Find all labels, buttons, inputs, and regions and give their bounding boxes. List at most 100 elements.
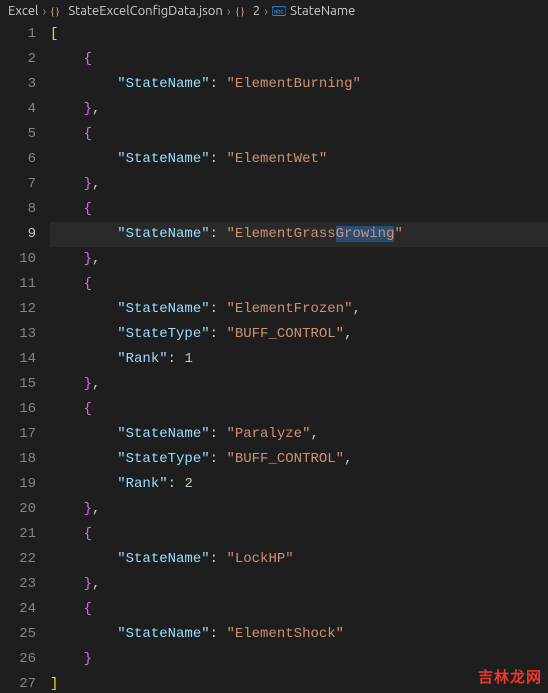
token-colon: :: [210, 301, 218, 317]
token-colon: :: [210, 326, 218, 342]
code-line[interactable]: {: [50, 397, 548, 422]
code-line[interactable]: },: [50, 572, 548, 597]
chevron-right-icon: ›: [42, 3, 46, 19]
token-bracket-p: }: [84, 576, 92, 592]
breadcrumb-label: StateExcelConfigData.json: [68, 4, 222, 18]
token-bracket-p: }: [84, 501, 92, 517]
token-colon: :: [168, 476, 176, 492]
code-line[interactable]: {: [50, 272, 548, 297]
line-number: 17: [0, 422, 36, 447]
token-key: "StateName": [117, 151, 209, 167]
token-str: Growing: [336, 226, 395, 242]
watermark: 吉林龙网: [478, 666, 542, 687]
code-line[interactable]: },: [50, 372, 548, 397]
token-str: "ElementFrozen": [226, 301, 352, 317]
code-line[interactable]: "StateName": "ElementGrassGrowing": [50, 222, 548, 247]
breadcrumb-item-1[interactable]: {} StateExcelConfigData.json: [50, 4, 222, 18]
token-str: "BUFF_CONTROL": [226, 326, 344, 342]
breadcrumb-label: 2: [253, 4, 260, 18]
token-comma: ,: [92, 501, 100, 517]
token-bracket-p: }: [84, 376, 92, 392]
chevron-right-icon: ›: [264, 3, 268, 19]
token-str: ": [394, 226, 402, 242]
line-number: 4: [0, 97, 36, 122]
line-number: 16: [0, 397, 36, 422]
line-number: 12: [0, 297, 36, 322]
braces-icon: {}: [235, 4, 249, 18]
breadcrumb-item-3[interactable]: abc StateName: [272, 4, 355, 18]
token-comma: ,: [92, 376, 100, 392]
breadcrumb-item-0[interactable]: Excel: [8, 4, 38, 18]
code-line[interactable]: {: [50, 597, 548, 622]
line-number: 18: [0, 447, 36, 472]
code-line[interactable]: {: [50, 47, 548, 72]
code-line[interactable]: "StateType": "BUFF_CONTROL",: [50, 322, 548, 347]
token-str: "ElementBurning": [226, 76, 360, 92]
token-key: "Rank": [117, 351, 167, 367]
token-colon: :: [210, 426, 218, 442]
token-colon: :: [168, 351, 176, 367]
braces-icon: {}: [50, 4, 64, 18]
code-line[interactable]: "Rank": 2: [50, 472, 548, 497]
token-comma: ,: [92, 251, 100, 267]
token-bracket-p: }: [84, 651, 92, 667]
breadcrumb-item-2[interactable]: {} 2: [235, 4, 260, 18]
line-number: 22: [0, 547, 36, 572]
code-line[interactable]: {: [50, 122, 548, 147]
token-key: "Rank": [117, 476, 167, 492]
line-number: 19: [0, 472, 36, 497]
token-bracket-p: {: [84, 201, 92, 217]
code-line[interactable]: "StateName": "ElementBurning": [50, 72, 548, 97]
token-bracket-p: }: [84, 176, 92, 192]
token-bracket-y: [: [50, 26, 58, 42]
code-editor[interactable]: 1234567891011121314151617181920212223242…: [0, 22, 548, 693]
line-number: 13: [0, 322, 36, 347]
token-str: "BUFF_CONTROL": [226, 451, 344, 467]
code-line[interactable]: "StateName": "ElementShock": [50, 622, 548, 647]
code-line[interactable]: "StateName": "LockHP": [50, 547, 548, 572]
abc-icon: abc: [272, 4, 286, 18]
svg-text:abc: abc: [274, 9, 284, 16]
chevron-right-icon: ›: [227, 3, 231, 19]
line-number: 21: [0, 522, 36, 547]
token-str: "ElementWet": [226, 151, 327, 167]
token-key: "StateName": [117, 626, 209, 642]
token-str: "Paralyze": [226, 426, 310, 442]
code-line[interactable]: }: [50, 647, 548, 672]
token-comma: ,: [92, 101, 100, 117]
line-number: 2: [0, 47, 36, 72]
token-key: "StateType": [117, 451, 209, 467]
code-line[interactable]: {: [50, 197, 548, 222]
token-str: "ElementShock": [226, 626, 344, 642]
token-comma: ,: [92, 176, 100, 192]
code-line[interactable]: ]: [50, 672, 548, 693]
token-bracket-p: {: [84, 51, 92, 67]
line-number: 23: [0, 572, 36, 597]
code-line[interactable]: },: [50, 172, 548, 197]
token-num: 1: [184, 351, 192, 367]
line-number: 24: [0, 597, 36, 622]
token-bracket-y: ]: [50, 676, 58, 692]
code-line[interactable]: },: [50, 97, 548, 122]
code-line[interactable]: "StateName": "ElementWet": [50, 147, 548, 172]
line-number: 27: [0, 672, 36, 693]
code-line[interactable]: },: [50, 247, 548, 272]
line-number: 11: [0, 272, 36, 297]
token-colon: :: [210, 151, 218, 167]
token-colon: :: [210, 451, 218, 467]
token-key: "StateType": [117, 326, 209, 342]
token-colon: :: [210, 551, 218, 567]
token-str: "LockHP": [226, 551, 293, 567]
token-key: "StateName": [117, 76, 209, 92]
code-line[interactable]: "StateType": "BUFF_CONTROL",: [50, 447, 548, 472]
code-line[interactable]: "StateName": "ElementFrozen",: [50, 297, 548, 322]
code-line[interactable]: "Rank": 1: [50, 347, 548, 372]
code-line[interactable]: "StateName": "Paralyze",: [50, 422, 548, 447]
code-line[interactable]: [: [50, 22, 548, 47]
code-line[interactable]: },: [50, 497, 548, 522]
code-content[interactable]: [ { "StateName": "ElementBurning" }, { "…: [50, 22, 548, 693]
token-key: "StateName": [117, 226, 209, 242]
code-line[interactable]: {: [50, 522, 548, 547]
line-number: 1: [0, 22, 36, 47]
token-comma: ,: [352, 301, 360, 317]
